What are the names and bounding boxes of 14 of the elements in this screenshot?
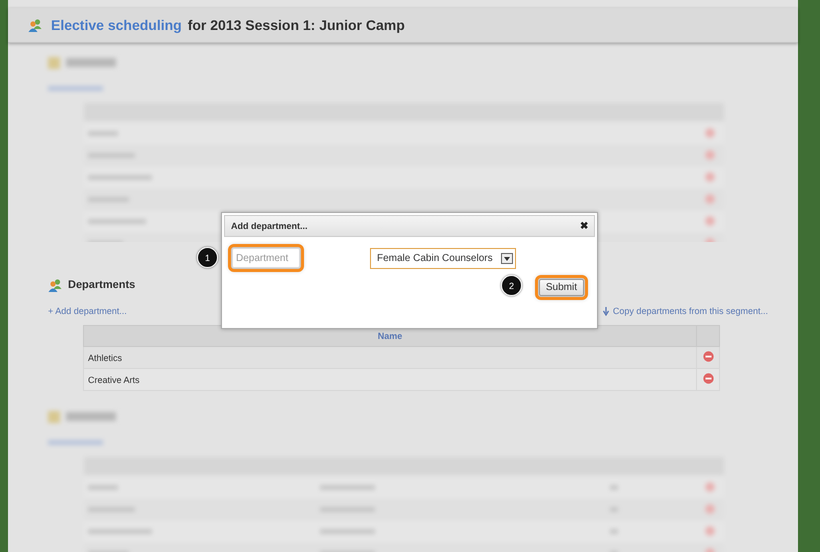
segment-dropdown[interactable]: Female Cabin Counselors <box>370 248 516 269</box>
people-icon <box>48 278 62 292</box>
dropdown-arrow-icon <box>504 256 510 260</box>
section-title: Departments <box>68 279 136 291</box>
dialog-title: Add department... <box>231 221 308 231</box>
close-button[interactable]: ✖ <box>580 220 588 232</box>
remove-icon[interactable] <box>702 351 714 362</box>
remove-icon[interactable] <box>702 373 714 384</box>
step-number-badge: 1 <box>197 247 218 268</box>
table-cell: Creative Arts <box>84 368 696 390</box>
table-cell: Athletics <box>84 346 696 368</box>
page-title: for 2013 Session 1: Junior Camp <box>188 17 405 33</box>
down-arrow-icon <box>602 306 609 316</box>
people-icon <box>28 18 42 32</box>
